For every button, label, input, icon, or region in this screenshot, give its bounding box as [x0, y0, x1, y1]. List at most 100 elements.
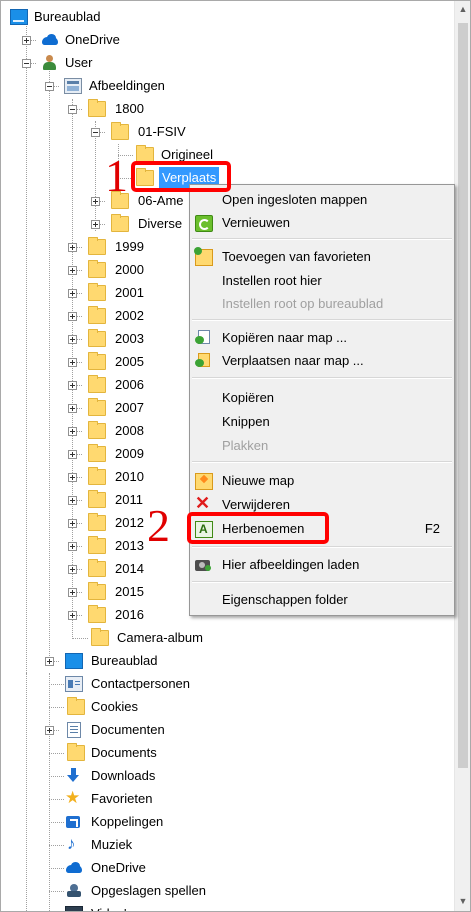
tree-item-videos[interactable]: Video's: [1, 903, 454, 911]
expand-icon[interactable]: [91, 197, 100, 206]
tree-item-user[interactable]: User: [1, 52, 454, 74]
menu-item-instellen-root-hier[interactable]: Instellen root hier: [190, 269, 454, 292]
menu-separator: [192, 546, 452, 548]
menu-separator: [192, 461, 452, 463]
scroll-down-icon[interactable]: ▼: [455, 893, 470, 909]
tree-item-documents[interactable]: Documents: [1, 742, 454, 764]
tree-item-label: Opgeslagen spellen: [91, 883, 206, 898]
menu-item-verplaatsen-naar-map[interactable]: Verplaatsen naar map ...: [190, 349, 454, 372]
expand-icon[interactable]: [91, 220, 100, 229]
tree-item-1800[interactable]: 1800: [1, 98, 454, 120]
tree-item-bureaublad-root[interactable]: Bureaublad: [1, 6, 454, 28]
expand-icon[interactable]: [68, 266, 77, 275]
tree-item-koppelingen[interactable]: Koppelingen: [1, 811, 454, 833]
folder-icon: [88, 421, 106, 439]
tree-item-onedrive[interactable]: OneDrive: [1, 29, 454, 51]
tree-item-label: OneDrive: [91, 860, 146, 875]
tree-item-01-fsiv[interactable]: 01-FSIV: [1, 121, 454, 143]
folder-icon: [88, 99, 106, 117]
folder-icon: [88, 260, 106, 278]
expand-icon[interactable]: [68, 381, 77, 390]
folder-icon: [88, 237, 106, 255]
tree-item-label: Documenten: [91, 722, 165, 737]
menu-item-toevoegen-van-favorieten[interactable]: Toevoegen van favorieten: [190, 245, 454, 268]
expand-icon[interactable]: [68, 496, 77, 505]
expand-icon[interactable]: [68, 611, 77, 620]
menu-item-eigenschappen-folder[interactable]: Eigenschappen folder: [190, 588, 454, 611]
tree-item-label: 2013: [115, 538, 144, 553]
tree-item-muziek[interactable]: ♪ Muziek: [1, 834, 454, 856]
star-icon: ★: [65, 788, 81, 807]
menu-item-vernieuwen[interactable]: Vernieuwen: [190, 211, 454, 234]
expand-icon[interactable]: [68, 427, 77, 436]
tree-item-label: 2009: [115, 446, 144, 461]
expand-icon[interactable]: [68, 450, 77, 459]
tree-item-label: 06-Ame: [138, 193, 184, 208]
expand-icon[interactable]: [22, 36, 31, 45]
tree-item-favorieten[interactable]: ★ Favorieten: [1, 788, 454, 810]
expand-icon[interactable]: [68, 473, 77, 482]
tree-item-opgeslagen-spellen[interactable]: Opgeslagen spellen: [1, 880, 454, 902]
user-icon: [41, 55, 59, 71]
onedrive-cloud-icon: [41, 32, 59, 48]
menu-item-label: Open ingesloten mappen: [222, 192, 368, 207]
expand-icon[interactable]: [68, 542, 77, 551]
expand-icon[interactable]: [68, 243, 77, 252]
folder-icon: [88, 513, 106, 531]
tree-item-label: 2006: [115, 377, 144, 392]
collapse-icon[interactable]: [45, 82, 54, 91]
tree-item-label: Favorieten: [91, 791, 153, 806]
tree-item-label: OneDrive: [65, 32, 120, 47]
context-menu: Open ingesloten mappen Vernieuwen Toevoe…: [189, 184, 455, 616]
collapse-icon[interactable]: [22, 59, 31, 68]
delete-icon: ✕: [195, 493, 211, 513]
menu-item-kopieren[interactable]: Kopiëren: [190, 386, 454, 409]
menu-item-plakken[interactable]: Plakken: [190, 434, 454, 457]
collapse-icon[interactable]: [91, 128, 100, 137]
expand-icon[interactable]: [45, 726, 54, 735]
menu-item-label: Verplaatsen naar map ...: [222, 353, 364, 368]
tree-item-bureaublad[interactable]: Bureaublad: [1, 650, 454, 672]
menu-item-knippen[interactable]: Knippen: [190, 410, 454, 433]
expand-icon[interactable]: [68, 565, 77, 574]
expand-icon[interactable]: [68, 588, 77, 597]
menu-item-label: Eigenschappen folder: [222, 592, 348, 607]
menu-item-hier-afbeeldingen-laden[interactable]: Hier afbeeldingen laden: [190, 553, 454, 576]
tree-item-contactpersonen[interactable]: Contactpersonen: [1, 673, 454, 695]
tree-item-onedrive-user[interactable]: OneDrive: [1, 857, 454, 879]
vertical-scrollbar[interactable]: ▲ ▼: [454, 1, 470, 911]
expand-icon[interactable]: [45, 657, 54, 666]
collapse-icon[interactable]: [68, 105, 77, 114]
tree-item-label: 2007: [115, 400, 144, 415]
menu-item-kopieren-naar-map[interactable]: Kopiëren naar map ...: [190, 326, 454, 349]
folder-icon: [88, 605, 106, 623]
onedrive-cloud-icon: [65, 860, 83, 876]
shortcut-label: F2: [424, 521, 440, 536]
documents-icon: [67, 722, 81, 738]
expand-icon[interactable]: [68, 335, 77, 344]
tree-item-label: User: [65, 55, 93, 70]
pictures-folder-icon: [64, 78, 82, 94]
expand-icon[interactable]: [68, 404, 77, 413]
tree-item-afbeeldingen[interactable]: Afbeeldingen: [1, 75, 454, 97]
download-arrow-icon: [65, 768, 83, 784]
scrollbar-thumb[interactable]: [458, 23, 468, 768]
tree-item-camera-album[interactable]: Camera-album: [1, 627, 454, 649]
menu-item-label: Kopiëren naar map ...: [222, 330, 348, 345]
tree-item-label: Cookies: [91, 699, 138, 714]
expand-icon[interactable]: [68, 519, 77, 528]
tree-item-label: 1800: [115, 101, 144, 116]
menu-item-nieuwe-map[interactable]: Nieuwe map: [190, 469, 454, 492]
expand-icon[interactable]: [68, 289, 77, 298]
music-note-icon: ♪: [67, 834, 76, 853]
scroll-up-icon[interactable]: ▲: [455, 1, 470, 17]
menu-item-open-ingesloten-mappen[interactable]: Open ingesloten mappen: [190, 188, 454, 211]
callout-number-1: 1: [105, 150, 128, 201]
expand-icon[interactable]: [68, 358, 77, 367]
tree-item-downloads[interactable]: Downloads: [1, 765, 454, 787]
tree-item-documenten[interactable]: Documenten: [1, 719, 454, 741]
tree-item-cookies[interactable]: Cookies: [1, 696, 454, 718]
expand-icon[interactable]: [68, 312, 77, 321]
tree-item-label: Camera-album: [117, 630, 203, 645]
menu-item-instellen-root-op-bureaublad[interactable]: Instellen root op bureaublad: [190, 292, 454, 315]
